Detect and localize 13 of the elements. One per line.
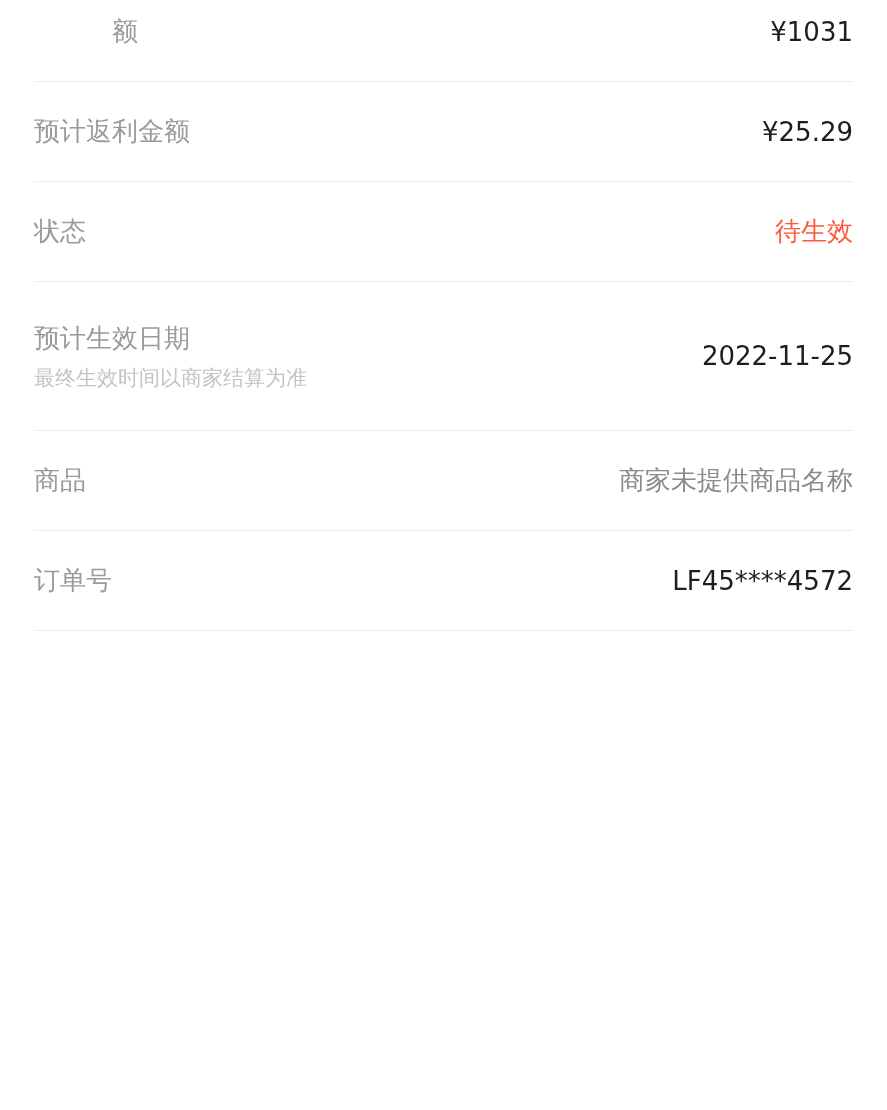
field-label: 订单号 xyxy=(34,564,112,597)
field-value: 待生效 xyxy=(775,215,853,248)
field-value: LF45****4572 xyxy=(672,565,853,596)
field-value: 2022-11-25 xyxy=(701,341,853,371)
field-label: 商品 xyxy=(34,464,86,497)
field-value: ¥1031 xyxy=(770,16,853,47)
field-note: 最终生效时间以商家结算为准 xyxy=(34,364,307,392)
field-label: 额 xyxy=(111,15,138,48)
field-label: 预计返利金额 xyxy=(34,115,190,148)
field-value: 商家未提供商品名称 xyxy=(619,464,853,497)
field-value: ¥25.29 xyxy=(762,116,853,147)
field-label: 状态 xyxy=(34,215,86,248)
field-label: 预计生效日期 xyxy=(34,321,191,355)
